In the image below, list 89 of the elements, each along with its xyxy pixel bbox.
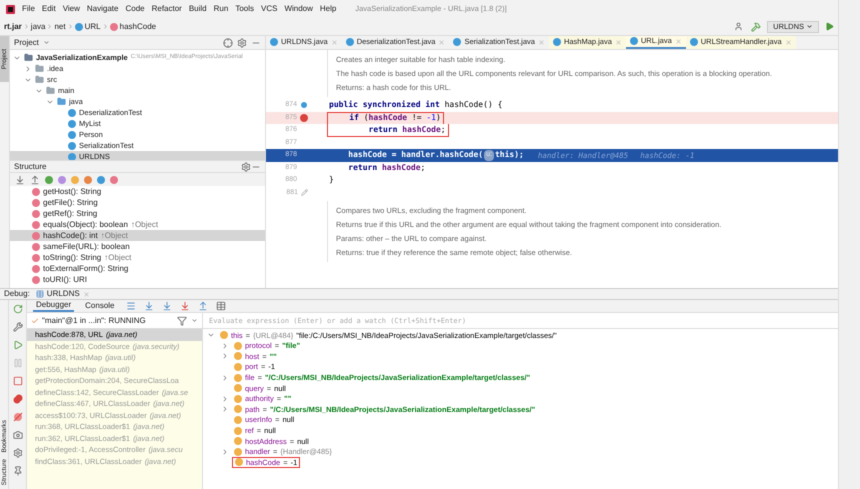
structure-item[interactable]: hashCode(): int ↑Object <box>10 230 265 241</box>
run-icon[interactable] <box>825 22 834 31</box>
settings-icon[interactable] <box>241 162 251 172</box>
edit-icon[interactable] <box>301 189 308 196</box>
menu-item[interactable]: Edit <box>42 3 56 15</box>
code-line: return hashCode; <box>347 162 426 174</box>
class-icon <box>74 22 83 30</box>
menu-item[interactable]: Tools <box>235 3 254 15</box>
breadcrumb-item[interactable]: java <box>30 20 46 32</box>
debugger-tab[interactable]: Debugger <box>33 300 74 312</box>
code-line: return hashCode; <box>327 124 449 136</box>
menu-item[interactable]: View <box>62 3 80 15</box>
app-logo-icon <box>6 4 15 14</box>
folder-icon <box>35 75 44 84</box>
settings-icon[interactable] <box>237 38 247 48</box>
account-icon[interactable] <box>734 22 744 31</box>
structure-item[interactable]: getFile(): String <box>10 197 265 208</box>
menu-item[interactable]: Window <box>284 3 313 15</box>
code-line: if (hashCode != -1) <box>327 112 444 124</box>
menu-item[interactable]: File <box>22 3 35 15</box>
thread-selector[interactable]: "main"@1 in ...in": RUNNING <box>31 314 173 326</box>
class-icon <box>552 38 561 46</box>
step-out-icon[interactable] <box>198 301 208 311</box>
breadcrumb-separator-icon <box>46 23 54 30</box>
breadcrumb-item[interactable]: rt.jar <box>4 20 22 32</box>
locate-icon[interactable] <box>223 38 233 48</box>
resume-icon[interactable] <box>12 340 22 350</box>
folder-icon <box>46 86 55 95</box>
settings-icon[interactable] <box>12 448 22 458</box>
step-into-icon[interactable] <box>162 301 172 311</box>
breakpoint-icon[interactable] <box>300 114 308 122</box>
structure-item[interactable]: getHost(): String <box>10 186 265 197</box>
structure-item[interactable]: sameFile(URL): boolean <box>10 241 265 252</box>
menu-item[interactable]: VCS <box>261 3 278 15</box>
class-icon <box>346 38 354 46</box>
breadcrumb-separator-icon <box>22 23 30 30</box>
debug-session-tab[interactable]: URLDNS <box>36 288 90 300</box>
step-over-icon[interactable] <box>144 301 154 311</box>
code-line: public synchronized int hashCode() { <box>328 99 504 112</box>
menu-item[interactable]: Code <box>125 3 145 15</box>
layout-icon[interactable] <box>126 301 136 311</box>
sort-icon[interactable] <box>15 174 25 184</box>
structure-item[interactable]: toExternalForm(): String <box>10 263 265 274</box>
sort-icon[interactable] <box>30 174 40 184</box>
structure-item[interactable]: equals(Object): boolean ↑Object <box>10 219 265 230</box>
force-step-into-icon[interactable] <box>180 301 190 311</box>
class-icon <box>630 37 638 45</box>
breadcrumb-item[interactable]: hashCode <box>110 20 156 32</box>
caret-icon[interactable] <box>42 39 50 46</box>
debugger-tab[interactable]: Console <box>82 300 118 312</box>
wrench-icon[interactable] <box>12 322 22 332</box>
code-line: } <box>328 174 335 186</box>
evaluate-icon[interactable] <box>216 301 226 311</box>
menu-item[interactable]: Run <box>214 3 228 15</box>
class-icon <box>453 38 462 46</box>
folder-icon <box>57 97 66 106</box>
check-icon <box>31 316 39 324</box>
module-icon <box>24 53 33 62</box>
structure-item[interactable]: getRef(): String <box>10 208 265 219</box>
panel-title: Structure <box>14 160 46 172</box>
mute-breakpoints-icon[interactable] <box>12 412 22 422</box>
method-icon <box>110 22 118 30</box>
rerun-icon[interactable] <box>12 304 22 314</box>
breadcrumb-item[interactable]: URL <box>74 20 101 32</box>
panel-title: Project <box>14 36 39 48</box>
caret-icon[interactable] <box>191 317 198 324</box>
breadcrumb-separator-icon <box>66 23 74 30</box>
structure-item[interactable]: toString(): String ↑Object <box>10 252 265 263</box>
structure-item[interactable]: toURI(): URI <box>10 274 265 285</box>
camera-icon[interactable] <box>12 430 22 440</box>
build-icon[interactable] <box>751 22 762 32</box>
panel-title: Debug: <box>4 288 30 300</box>
menu-item[interactable]: Navigate <box>86 3 118 15</box>
menu-item[interactable]: Build <box>188 3 207 15</box>
breadcrumb-item[interactable]: net <box>54 20 66 32</box>
filter-icon[interactable] <box>177 316 187 326</box>
menu-item[interactable]: Refactor <box>152 3 182 15</box>
menu-item[interactable]: Help <box>320 3 336 15</box>
class-icon <box>270 38 278 46</box>
session-icon <box>36 290 44 298</box>
breakpoints-icon[interactable] <box>12 394 22 404</box>
class-icon <box>690 38 698 46</box>
breadcrumb-separator-icon <box>102 23 109 30</box>
override-icon[interactable] <box>300 101 308 110</box>
pin-icon[interactable] <box>12 466 22 476</box>
folder-icon <box>35 64 44 73</box>
object-icon <box>220 331 228 340</box>
stop-icon[interactable] <box>12 376 22 386</box>
caret-icon <box>806 23 813 30</box>
